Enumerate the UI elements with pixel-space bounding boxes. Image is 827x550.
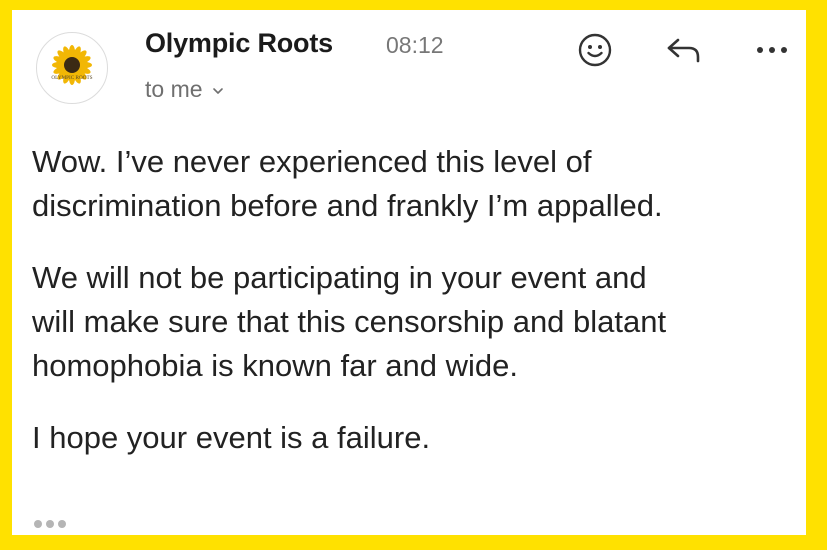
body-paragraph: I hope your event is a failure. (32, 420, 431, 455)
sunflower-logo-icon: OLYMPIC ROOTS (51, 45, 93, 85)
body-paragraph: Wow. I’ve never experienced this level o… (32, 144, 663, 223)
body-paragraph: We will not be participating in your eve… (32, 260, 667, 383)
ellipsis-icon (46, 520, 54, 528)
sender-avatar[interactable]: OLYMPIC ROOTS (36, 32, 108, 104)
smiley-face-icon (578, 33, 612, 67)
sender-name: Olympic Roots (145, 28, 333, 58)
more-horizontal-icon (757, 47, 787, 53)
email-body: Wow. I’ve never experienced this level o… (32, 140, 802, 488)
chevron-down-icon (212, 87, 223, 94)
recipient-toggle[interactable]: to me (145, 76, 225, 103)
ellipsis-icon (58, 520, 66, 528)
reply-button[interactable] (664, 30, 704, 70)
svg-text:OLYMPIC ROOTS: OLYMPIC ROOTS (51, 75, 92, 81)
show-trimmed-content-button[interactable] (34, 520, 66, 528)
sent-time: 08:12 (386, 32, 444, 58)
recipient-label: to me (145, 76, 203, 102)
add-reaction-button[interactable] (575, 30, 615, 70)
email-card: OLYMPIC ROOTS Olympic Roots 08:12 to me (12, 10, 806, 535)
ellipsis-icon (34, 520, 42, 528)
reply-arrow-icon (667, 38, 700, 63)
more-options-button[interactable] (752, 30, 792, 70)
